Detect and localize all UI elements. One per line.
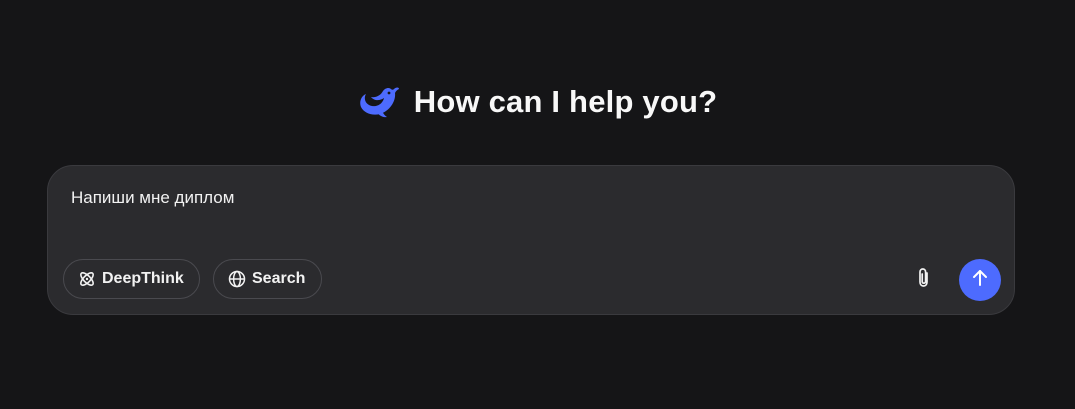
message-input[interactable]: Напиши мне диплом bbox=[71, 188, 234, 208]
paperclip-icon bbox=[914, 267, 934, 294]
page: How can I help you? Напиши мне диплом De… bbox=[0, 0, 1075, 409]
globe-icon bbox=[228, 270, 246, 288]
deepseek-whale-icon bbox=[358, 85, 400, 119]
send-button[interactable] bbox=[959, 259, 1001, 301]
attach-file-button[interactable] bbox=[910, 266, 938, 294]
search-toggle-button[interactable]: Search bbox=[213, 259, 322, 299]
page-title: How can I help you? bbox=[413, 84, 718, 119]
search-label: Search bbox=[252, 270, 306, 287]
arrow-up-icon bbox=[970, 268, 990, 293]
deepthink-label: DeepThink bbox=[102, 270, 184, 287]
welcome-heading: How can I help you? bbox=[0, 84, 1075, 120]
deepthink-toggle-button[interactable]: DeepThink bbox=[63, 259, 200, 299]
message-composer: Напиши мне диплом DeepThink Search bbox=[47, 165, 1015, 315]
atom-icon bbox=[78, 270, 96, 288]
